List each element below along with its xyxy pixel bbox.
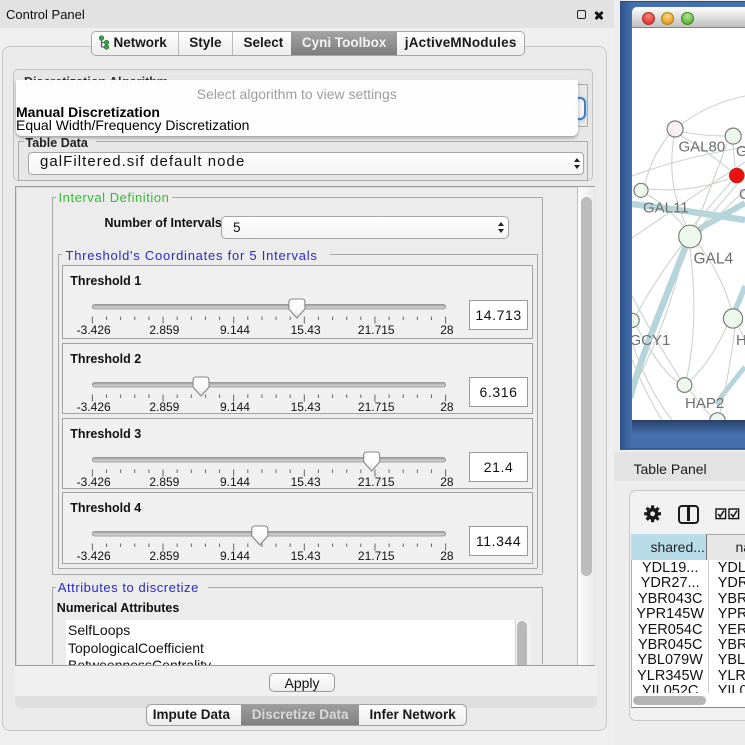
svg-text:GCY1: GCY1 [632,332,670,349]
svg-text:GAL11: GAL11 [643,200,689,217]
svg-text:GAL4: GAL4 [694,251,734,268]
svg-text:GA: GA [736,143,745,160]
svg-text:HAP2: HAP2 [685,395,724,412]
svg-text:H: H [736,332,745,349]
svg-text:C: C [739,186,745,203]
svg-text:GAL80: GAL80 [679,139,726,156]
